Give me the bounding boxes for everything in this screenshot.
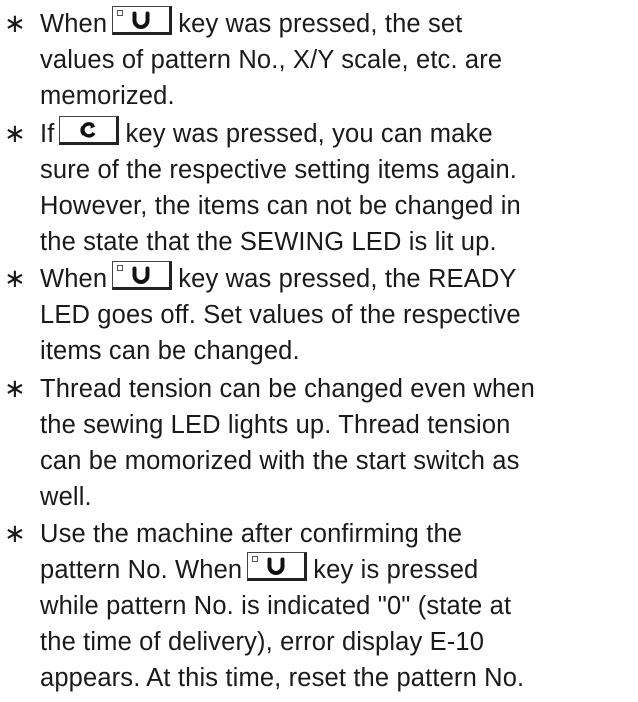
ready-key-icon: [112, 6, 173, 35]
note-text: key is pressed: [313, 556, 479, 584]
note-line: well.: [40, 482, 92, 511]
ready-key-icon: [112, 261, 173, 290]
note-line: the sewing LED lights up. Thread tension: [40, 410, 511, 439]
note-text: key was pressed, you can make: [125, 119, 493, 148]
note-reset-key-confirm: ∗ If key was pressed, you can make sure o…: [0, 115, 638, 260]
note-line: the time of delivery), error display E-1…: [40, 628, 485, 656]
note-line: LED goes off. Set values of the respecti…: [40, 301, 521, 329]
asterisk-bullet-icon: ∗: [4, 9, 26, 39]
note-line: However, the items can not be changed in: [40, 191, 521, 220]
note-line: the state that the SEWING LED is lit up.: [40, 227, 497, 256]
note-text: pattern No. When: [40, 556, 243, 584]
note-text: When: [40, 10, 108, 38]
note-line: When key was pressed, the READY: [40, 261, 638, 297]
note-line: values of pattern No., X/Y scale, etc. a…: [40, 46, 503, 74]
note-line: pattern No. When key is pressed: [40, 552, 638, 588]
asterisk-bullet-icon: ∗: [4, 373, 26, 404]
note-confirm-pattern-no: ∗ Use the machine after confirming the p…: [0, 516, 638, 696]
note-line: When key was pressed, the set: [40, 6, 638, 42]
note-line: while pattern No. is indicated "0" (stat…: [40, 592, 512, 620]
note-text: key was pressed, the set: [178, 10, 463, 38]
note-line: appears. At this time, reset the pattern…: [40, 664, 525, 692]
reset-key-icon: [59, 115, 120, 145]
note-line: Thread tension can be changed even when: [40, 374, 535, 403]
note-text: key was pressed, the READY: [178, 265, 517, 293]
note-line: memorized.: [40, 82, 175, 110]
note-text: If: [40, 119, 55, 148]
note-thread-tension: ∗ Thread tension can be changed even whe…: [0, 371, 638, 515]
note-text: When: [40, 265, 108, 293]
note-line: can be momorized with the start switch a…: [40, 446, 520, 475]
note-line: If key was pressed, you can make: [40, 115, 638, 152]
ready-key-icon: [247, 552, 308, 581]
note-line: sure of the respective setting items aga…: [40, 155, 518, 184]
note-ready-key-memorize: ∗ When key was pressed, the set values of…: [0, 6, 638, 114]
note-line: items can be changed.: [40, 337, 300, 365]
instruction-notes-page: ∗ When key was pressed, the set values of…: [0, 0, 638, 702]
note-line: Use the machine after confirming the: [40, 520, 463, 548]
asterisk-bullet-icon: ∗: [4, 118, 26, 149]
asterisk-bullet-icon: ∗: [4, 264, 26, 294]
note-ready-led-off: ∗ When key was pressed, the READY LED goe…: [0, 261, 638, 369]
asterisk-bullet-icon: ∗: [4, 519, 26, 549]
